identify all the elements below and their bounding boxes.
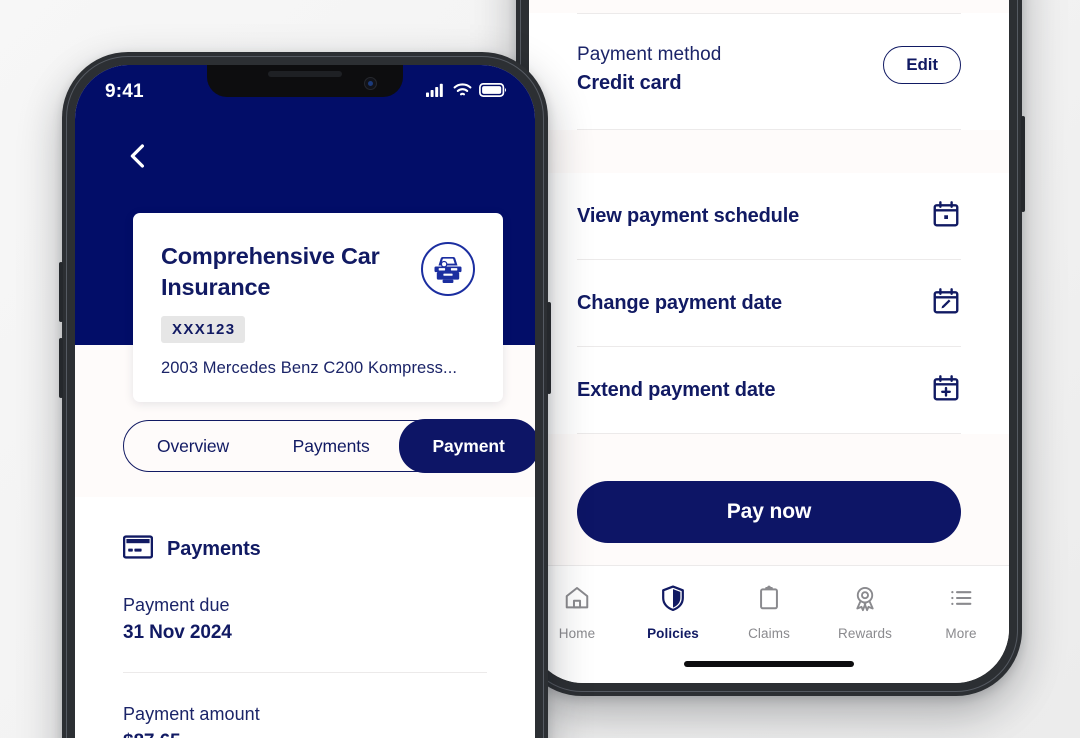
payments-section: Payments Payment due 31 Nov 2024 Payment… — [75, 497, 535, 738]
policy-tab-switcher: Overview Payments Payment — [123, 419, 535, 473]
credit-card-icon — [122, 535, 154, 564]
calendar-plus-icon — [931, 373, 961, 408]
calendar-pencil-icon — [931, 286, 961, 321]
home-icon — [563, 584, 591, 617]
field-label: Payment amount — [123, 704, 260, 724]
device-notch — [207, 65, 403, 97]
payments-heading-label: Payments — [167, 538, 261, 560]
action-change-payment-date[interactable]: Change payment date — [577, 260, 961, 347]
volume-buttons — [59, 262, 63, 322]
payment-method-value: Credit card — [577, 72, 682, 94]
payment-method-text: Payment method Credit card — [577, 44, 721, 95]
award-rosette-icon — [851, 584, 879, 617]
tab-label: Rewards — [838, 626, 892, 641]
tab-policies[interactable]: Policies — [625, 584, 721, 641]
tab-more[interactable]: More — [913, 584, 1009, 641]
policy-vehicle-description: 2003 Mercedes Benz C200 Kompress... — [161, 359, 458, 378]
field-value: $87.65 — [123, 731, 487, 738]
tab-label: More — [945, 626, 977, 641]
action-label: View payment schedule — [577, 204, 800, 227]
home-indicator-back — [684, 661, 854, 667]
status-icons — [426, 82, 507, 102]
field-value: 31 Nov 2024 — [123, 622, 232, 643]
clipboard-icon — [755, 584, 783, 617]
payment-method-block: Payment method Credit card Edit — [529, 13, 1009, 130]
power-button — [1021, 116, 1025, 212]
payment-method-label: Payment method — [577, 44, 722, 65]
front-phone-inner: 9:41 Comprehensive Car Insurance XXX123 … — [75, 65, 535, 738]
edit-payment-method-button[interactable]: Edit — [883, 46, 961, 84]
field-payment-due: Payment due 31 Nov 2024 — [123, 564, 487, 672]
tab-claims[interactable]: Claims — [721, 584, 817, 641]
power-button — [547, 302, 551, 394]
cellular-signal-icon — [426, 83, 446, 102]
tab-payment[interactable]: Payment — [398, 419, 535, 473]
list-icon — [947, 584, 975, 617]
battery-icon — [479, 82, 507, 102]
shield-icon — [659, 584, 687, 617]
pay-now-button[interactable]: Pay now — [577, 481, 961, 543]
field-payment-amount: Payment amount $87.65 — [123, 672, 487, 738]
tab-rewards[interactable]: Rewards — [817, 584, 913, 641]
payment-method-row: Payment method Credit card Edit — [577, 14, 961, 129]
front-phone-device: 9:41 Comprehensive Car Insurance XXX123 … — [59, 52, 551, 738]
calendar-dot-icon — [931, 199, 961, 234]
action-view-payment-schedule[interactable]: View payment schedule — [577, 173, 961, 260]
pay-now-container: Pay now — [577, 481, 961, 543]
back-phone-inner: Payment method Credit card Edit View pay… — [529, 0, 1009, 683]
policy-registration-badge: XXX123 — [161, 316, 246, 344]
tab-overview-label: Overview — [156, 435, 230, 456]
volume-buttons-2 — [59, 338, 63, 398]
field-label: Payment due — [123, 595, 230, 615]
earpiece-speaker — [268, 71, 342, 77]
scene: Payment method Credit card Edit View pay… — [0, 0, 1080, 738]
tab-label: Home — [558, 626, 596, 641]
status-time: 9:41 — [105, 81, 144, 102]
front-phone-screen: 9:41 Comprehensive Car Insurance XXX123 … — [75, 65, 535, 738]
tab-overview[interactable]: Overview — [124, 421, 262, 471]
back-phone-screen: Payment method Credit card Edit View pay… — [529, 0, 1009, 683]
policy-title: Comprehensive Car Insurance — [161, 243, 380, 300]
tab-payments[interactable]: Payments — [262, 421, 400, 471]
tab-label: Claims — [748, 626, 790, 641]
back-phone-device: Payment method Credit card Edit View pay… — [513, 0, 1025, 696]
policy-summary-card[interactable]: Comprehensive Car Insurance XXX123 2003 … — [133, 213, 503, 403]
action-label: Extend payment date — [577, 378, 776, 401]
front-camera — [364, 77, 377, 90]
tab-payment-label: Payment — [432, 435, 505, 456]
tab-label: Policies — [647, 626, 699, 641]
tab-payments-label: Payments — [292, 435, 370, 456]
back-button[interactable] — [123, 141, 153, 171]
payment-actions-list: View payment schedule Change payment dat… — [529, 173, 1009, 434]
payments-heading: Payments — [122, 535, 487, 564]
wifi-icon — [453, 82, 472, 102]
action-extend-payment-date[interactable]: Extend payment date — [577, 347, 961, 434]
car-front-circle-icon — [420, 241, 476, 297]
divider-bottom — [577, 129, 961, 130]
action-label: Change payment date — [577, 291, 782, 314]
